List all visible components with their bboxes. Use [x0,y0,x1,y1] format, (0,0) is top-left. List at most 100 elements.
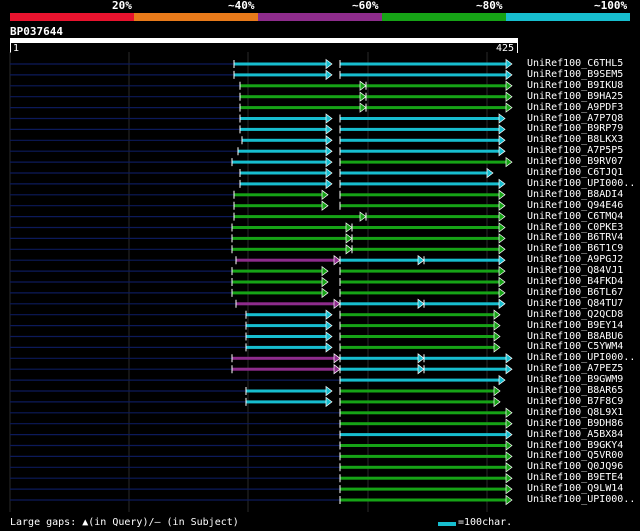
hit-segment[interactable] [232,269,323,273]
hit-segment[interactable] [340,324,495,328]
hit-label[interactable]: UniRef100_B9RV07 [527,157,623,167]
hit-label[interactable]: UniRef100_UPI000.. [527,353,635,363]
hit-segment[interactable] [340,291,500,295]
hit-label[interactable]: UniRef100_B9RP79 [527,124,623,134]
hit-label[interactable]: UniRef100_B6TRV4 [527,233,623,243]
hit-label[interactable]: UniRef100_B6TL67 [527,287,623,298]
hit-segment[interactable] [340,411,507,415]
hit-label[interactable]: UniRef100_C5YWM4 [527,342,623,352]
hit-segment[interactable] [340,117,500,120]
hit-label[interactable]: UniRef100_A9PDF3 [527,102,623,113]
hit-segment[interactable] [246,335,327,338]
hit-label[interactable]: UniRef100_A7P7Q8 [527,113,623,124]
hit-segment[interactable] [340,182,500,186]
hit-segment[interactable] [340,345,495,349]
hit-segment[interactable] [232,291,323,295]
hit-label[interactable]: UniRef100_B9EY14 [527,320,623,331]
hit-segment[interactable] [234,193,323,197]
hit-label[interactable]: UniRef100_Q0JQ96 [527,462,623,472]
hit-segment[interactable] [340,487,507,491]
hit-segment[interactable] [240,127,327,131]
hit-label[interactable]: UniRef100_A9PGJ2 [527,255,623,265]
hit-segment[interactable] [424,302,500,306]
hit-segment[interactable] [238,149,327,153]
hit-segment[interactable] [340,367,419,371]
hit-label[interactable]: UniRef100_B6T1C9 [527,244,623,254]
hit-label[interactable]: UniRef100_B8AR65 [527,386,623,396]
hit-label[interactable]: UniRef100_B9HA25 [527,91,623,102]
hit-label[interactable]: UniRef100_C6TJQ1 [527,168,623,178]
hit-segment[interactable] [340,193,500,197]
hit-segment[interactable] [352,236,500,240]
hit-label[interactable]: UniRef100_Q84VJ1 [527,266,623,276]
hit-segment[interactable] [340,160,507,164]
hit-label[interactable]: UniRef100_Q84TU7 [527,298,623,309]
hit-segment[interactable] [240,182,327,186]
hit-segment[interactable] [340,258,419,262]
hit-segment[interactable] [340,280,500,284]
hit-segment[interactable] [340,356,419,360]
hit-segment[interactable] [246,324,327,328]
hit-label[interactable]: UniRef100_B9IKU8 [527,80,623,91]
hit-label[interactable]: UniRef100_B9GWM9 [527,375,623,385]
hit-label[interactable]: UniRef100_Q94E46 [527,200,623,211]
hit-label[interactable]: UniRef100_C0PKE3 [527,222,623,233]
hit-segment[interactable] [232,280,323,284]
hit-segment[interactable] [240,106,361,110]
hit-segment[interactable] [240,117,327,120]
hit-segment[interactable] [424,367,507,371]
hit-segment[interactable] [340,400,495,404]
hit-segment[interactable] [340,269,500,273]
hit-label[interactable]: UniRef100_B9DH86 [527,418,623,429]
hit-label[interactable]: UniRef100_UPI000.. [527,495,635,505]
hit-label[interactable]: UniRef100_B9ETE4 [527,473,623,483]
hit-segment[interactable] [340,204,500,208]
hit-segment[interactable] [232,226,347,229]
hit-label[interactable]: UniRef100_C6TMQ4 [527,211,623,222]
hit-segment[interactable] [340,433,507,437]
hit-label[interactable]: UniRef100_B8ABU6 [527,331,623,342]
hit-segment[interactable] [366,95,507,99]
hit-segment[interactable] [366,84,507,88]
hit-segment[interactable] [340,444,507,447]
hit-segment[interactable] [340,62,507,66]
hit-label[interactable]: UniRef100_UPI000.. [527,178,635,189]
hit-segment[interactable] [232,367,335,371]
hit-segment[interactable] [352,226,500,229]
hit-segment[interactable] [340,378,500,382]
hit-segment[interactable] [424,258,500,262]
hit-segment[interactable] [340,138,500,142]
hit-segment[interactable] [340,454,507,458]
hit-label[interactable]: UniRef100_Q5VR00 [527,451,623,461]
hit-segment[interactable] [246,400,327,404]
hit-segment[interactable] [234,215,361,219]
hit-segment[interactable] [340,171,488,175]
hit-segment[interactable] [236,258,335,262]
hit-segment[interactable] [234,73,327,77]
hit-segment[interactable] [240,95,361,99]
hit-segment[interactable] [234,62,327,66]
hit-segment[interactable] [246,345,327,349]
hit-segment[interactable] [240,84,361,88]
hit-label[interactable]: UniRef100_Q2QCD8 [527,309,623,320]
hit-segment[interactable] [424,356,507,360]
hit-label[interactable]: UniRef100_B4FKD4 [527,277,623,287]
hit-label[interactable]: UniRef100_A7PEZ5 [527,364,623,374]
hit-segment[interactable] [340,389,495,393]
hit-segment[interactable] [340,422,507,426]
hit-segment[interactable] [246,313,327,317]
hit-segment[interactable] [340,73,507,77]
hit-label[interactable]: UniRef100_B7F8C9 [527,396,623,407]
hit-label[interactable]: UniRef100_A5BX84 [527,429,623,440]
hit-segment[interactable] [232,247,347,251]
hit-label[interactable]: UniRef100_Q9LW14 [527,484,623,494]
hit-segment[interactable] [340,302,419,306]
hit-segment[interactable] [340,149,500,153]
hit-label[interactable]: UniRef100_B9SEM5 [527,69,623,80]
hit-segment[interactable] [246,389,327,393]
hit-segment[interactable] [232,236,347,240]
hit-segment[interactable] [340,498,507,502]
hit-segment[interactable] [232,356,335,360]
hit-segment[interactable] [242,138,327,142]
hit-segment[interactable] [366,106,507,110]
